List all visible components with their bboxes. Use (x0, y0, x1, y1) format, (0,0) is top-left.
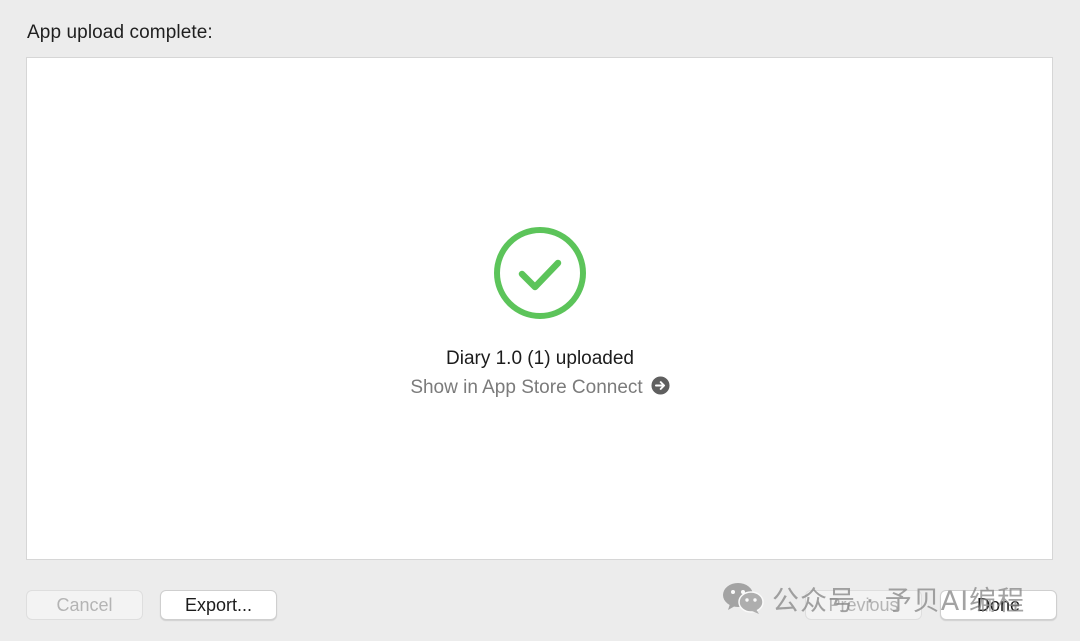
dialog-heading: App upload complete: (27, 22, 213, 43)
previous-button[interactable]: Previous (805, 590, 922, 620)
upload-complete-dialog: App upload complete: Diary 1.0 (1) uploa… (0, 0, 1080, 641)
cancel-button[interactable]: Cancel (26, 590, 143, 620)
checkmark-circle-icon (494, 227, 586, 319)
link-label: Show in App Store Connect (410, 377, 643, 398)
arrow-right-circle-icon (651, 376, 670, 395)
done-button[interactable]: Done (940, 590, 1057, 620)
export-button[interactable]: Export... (160, 590, 277, 620)
show-in-app-store-connect-link[interactable]: Show in App Store Connect (0, 376, 1080, 399)
wechat-icon (723, 583, 764, 614)
upload-status-title: Diary 1.0 (1) uploaded (446, 348, 634, 369)
